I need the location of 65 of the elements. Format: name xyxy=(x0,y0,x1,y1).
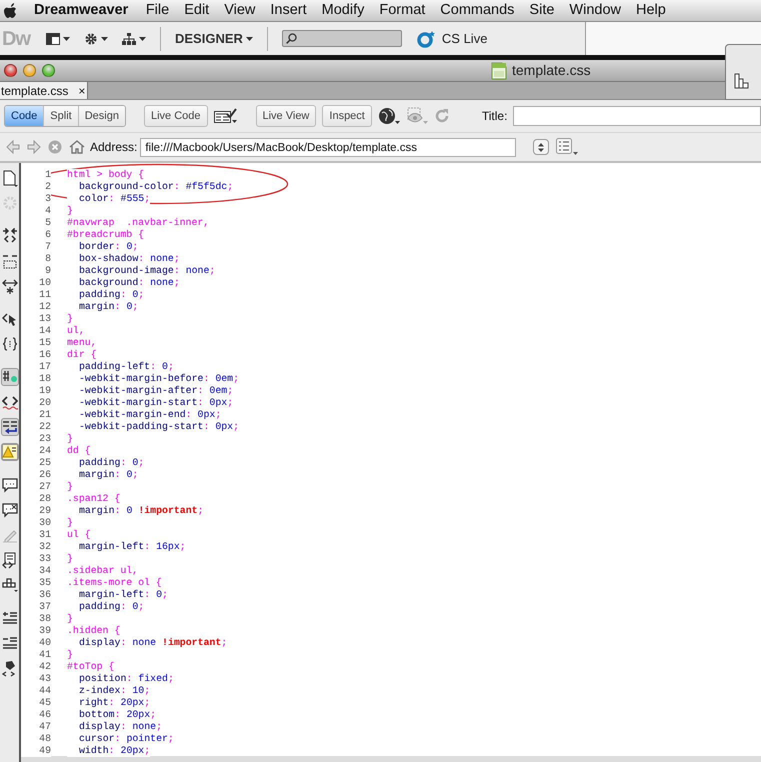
up-down-icon xyxy=(538,142,544,152)
apple-icon xyxy=(4,2,18,18)
word-wrap-icon[interactable] xyxy=(2,418,18,436)
indent-icon[interactable] xyxy=(2,610,18,626)
home-icon[interactable] xyxy=(69,140,85,154)
app-name-menu[interactable]: Dreamweaver xyxy=(18,0,138,22)
address-field[interactable]: file:///Macbook/Users/MacBook/Desktop/template.css xyxy=(140,138,516,156)
snippet-icon[interactable] xyxy=(2,552,18,568)
collapse-icon[interactable] xyxy=(2,228,18,244)
spinner-button[interactable] xyxy=(533,139,550,155)
caret-icon[interactable] xyxy=(63,36,70,40)
live-view-button[interactable]: Live View xyxy=(256,104,316,128)
menu-item[interactable]: Edit xyxy=(176,0,217,22)
view-button[interactable]: Split xyxy=(44,106,79,126)
menu-item[interactable]: Help xyxy=(628,0,674,22)
format-icon[interactable] xyxy=(2,660,18,676)
globe-icon[interactable] xyxy=(378,107,400,125)
search-field[interactable] xyxy=(282,30,402,47)
zoom-light-button[interactable] xyxy=(42,64,55,77)
expand-icon[interactable] xyxy=(2,278,18,294)
select-parent-icon[interactable] xyxy=(2,310,18,328)
caret-icon[interactable] xyxy=(246,36,253,40)
app-logo: Dw xyxy=(2,26,32,52)
live-code-button[interactable]: Live Code xyxy=(144,104,208,128)
caret-icon[interactable] xyxy=(139,36,146,40)
close-tab-button[interactable]: × xyxy=(78,82,86,100)
warning-icon[interactable] xyxy=(2,444,18,460)
close-light-button[interactable] xyxy=(4,64,17,77)
title-label: Title: xyxy=(482,108,508,125)
workspace-switcher[interactable]: DESIGNER xyxy=(175,28,243,48)
title-field[interactable] xyxy=(513,106,761,126)
file-icon[interactable] xyxy=(2,170,18,186)
tag-icon[interactable] xyxy=(2,394,18,410)
menu-item[interactable]: Site xyxy=(522,0,562,22)
remove-comment-icon[interactable] xyxy=(2,502,18,518)
comment-icon[interactable] xyxy=(2,476,18,494)
menu-item[interactable]: Window xyxy=(562,0,628,22)
address-label: Address: xyxy=(90,139,138,156)
window-title: template.css xyxy=(512,61,591,80)
menu-item[interactable]: File xyxy=(138,0,177,22)
layout-icon[interactable] xyxy=(46,32,60,44)
table-icon[interactable] xyxy=(2,576,18,594)
inspect-button[interactable]: Inspect xyxy=(322,104,372,128)
search-icon xyxy=(286,33,297,44)
view-button[interactable]: Code xyxy=(5,106,44,126)
menu-item[interactable]: View xyxy=(216,0,263,22)
menu-item[interactable]: Format xyxy=(372,0,433,22)
list-icon[interactable] xyxy=(556,138,578,156)
menu-item[interactable]: Modify xyxy=(314,0,372,22)
cs-live-icon xyxy=(416,30,436,48)
minimize-light-button[interactable] xyxy=(23,64,36,77)
panel-icon[interactable] xyxy=(734,73,750,89)
line-number: 49 xyxy=(21,745,51,757)
caret-icon[interactable] xyxy=(101,36,108,40)
view-button[interactable]: Design xyxy=(78,106,125,126)
collapse-selection-icon[interactable] xyxy=(2,252,18,270)
menu-item[interactable]: Insert xyxy=(262,0,314,22)
braces-icon[interactable] xyxy=(2,336,18,352)
menu-item[interactable]: Commands xyxy=(432,0,522,22)
sitemap-icon[interactable] xyxy=(122,32,136,44)
cs-live-link[interactable]: CS Live xyxy=(442,28,488,48)
css-file-icon xyxy=(491,62,507,80)
outdent-icon[interactable] xyxy=(2,634,18,652)
document-tab[interactable]: template.css × xyxy=(0,82,88,99)
validate-icon[interactable] xyxy=(214,108,238,124)
